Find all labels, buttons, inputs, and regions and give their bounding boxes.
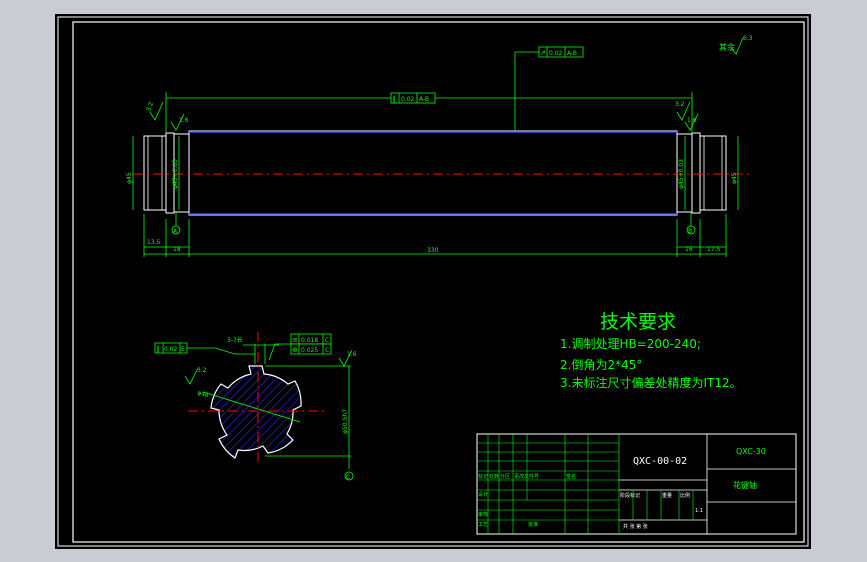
- runout-leader: [514, 51, 539, 131]
- dim-left-shoulder-label: 18: [173, 246, 181, 253]
- row-label-3: 更改文件号: [514, 473, 539, 480]
- runout-tol: 0.02: [549, 50, 563, 57]
- sym-symbol: ≡: [292, 336, 298, 344]
- left-journal: [143, 135, 167, 211]
- parallel-symbol: ∥: [392, 95, 396, 103]
- tech-req-item-1: 1.调制处理HB=200-240;: [560, 337, 701, 351]
- datum-c-label: C: [346, 474, 350, 481]
- revision-grid: [477, 434, 620, 534]
- section-roughness-value: 3.2: [197, 367, 207, 374]
- dim-total-label: 330: [427, 247, 439, 254]
- dia-right-inner-label: φ45+0.03: [678, 159, 685, 189]
- drawing-sheet[interactable]: ↗ 0.02 A-B ∥ 0.02 A-B 其余 6.3 3.2 1.6 3.2: [55, 14, 811, 549]
- dia-left-inner-label: φ45+0.03: [172, 159, 179, 189]
- roughness-right2-value: 1.6: [687, 117, 697, 124]
- parallel-tol: 0.02: [401, 96, 415, 103]
- pos-symbol: ⊕: [292, 346, 298, 354]
- dia-right-outer-label: φ45: [731, 172, 738, 184]
- spline-dia-label: φ46: [196, 389, 209, 399]
- section-sym-leader: [268, 343, 291, 361]
- designer-label-3: 批准: [528, 521, 538, 528]
- sheet-info: 共 张 第 张: [623, 523, 648, 530]
- assembly-number: QXC-30: [736, 447, 766, 456]
- roughness-left2-value: 1.6: [179, 117, 189, 124]
- parallel-datum: A-B: [419, 96, 429, 103]
- tech-req-title: 技术要求: [600, 311, 676, 333]
- section-dia-label: φ50.5h7: [342, 409, 349, 434]
- row-label-4: 签名: [566, 473, 576, 480]
- drawing-canvas: ↗ 0.02 A-B ∥ 0.02 A-B 其余 6.3 3.2 1.6 3.2: [57, 16, 809, 547]
- part-name: 花键轴: [733, 480, 757, 490]
- sym-datum: C: [325, 337, 329, 344]
- runout-symbol: ↗: [540, 49, 546, 57]
- stage-label-0: 阶段标记: [620, 492, 640, 499]
- section-parallel-symbol: ∥: [156, 345, 160, 353]
- roughness-left-value: 3.2: [145, 101, 155, 113]
- parallel-tolerance-frame-top[interactable]: ∥ 0.02 A-B: [390, 92, 436, 104]
- pos-datum: C: [325, 347, 329, 354]
- shaft-front-view[interactable]: [133, 130, 750, 216]
- section-parallel-frame[interactable]: ∥ 0.02 E: [154, 342, 188, 354]
- roughness-other-label: 其余: [719, 42, 735, 52]
- drawing-number: QXC-00-02: [633, 456, 687, 467]
- pos-tol: 0.025: [301, 347, 318, 354]
- designer-label-1: 审核: [478, 511, 488, 518]
- right-groove: [691, 132, 701, 214]
- shaft-body: [188, 130, 678, 216]
- section-sym-pos-frames[interactable]: ≡ 0.018 C ⊕ 0.025 C: [290, 333, 332, 355]
- designer-label-0: 设计: [478, 491, 488, 498]
- designer-label-2: 工艺: [478, 522, 488, 528]
- sym-tol: 0.018: [301, 337, 318, 344]
- runout-datum: A-B: [567, 50, 577, 57]
- dim-right-end-label: 17.5: [707, 246, 721, 253]
- section-parallel-datum: E: [181, 346, 185, 353]
- section-parallel-leader: [186, 347, 255, 355]
- dim-right-shoulder-label: 16: [685, 246, 693, 253]
- spline-cross-section: [210, 365, 302, 459]
- tech-req-item-3: 3.未标注尺寸偏差处精度为IT12。: [560, 375, 742, 390]
- runout-tolerance-frame[interactable]: ↗ 0.02 A-B: [538, 46, 584, 58]
- dia-left-outer-label: φ45: [126, 172, 133, 184]
- top-view-dimensions: [132, 37, 744, 257]
- row-label-2: 分区: [500, 473, 510, 480]
- top-view-labels: 其余 6.3 3.2 1.6 3.2 1.6 φ45 φ45+0.03 φ45+…: [126, 35, 753, 254]
- tech-requirements: 技术要求 1.调制处理HB=200-240; 2.倒角为2*45° 3.未标注尺…: [560, 311, 742, 390]
- inner-border: [72, 21, 805, 543]
- cad-viewport[interactable]: ↗ 0.02 A-B ∥ 0.02 A-B 其余 6.3 3.2 1.6 3.2: [0, 0, 867, 562]
- stage-label-2: 比例: [680, 492, 690, 499]
- roughness-right-value: 3.2: [675, 101, 685, 108]
- tech-req-item-2: 2.倒角为2*45°: [560, 358, 642, 372]
- title-mid-grid: [619, 434, 796, 534]
- title-block[interactable]: QXC-00-02 QXC-30 花键轴 标记 处数 分区 更改文件号 签名 阶…: [476, 433, 797, 535]
- section-roughness2-value: 1.6: [347, 351, 357, 358]
- section-parallel-tol: 0.02: [164, 346, 178, 353]
- stage-label-1: 重量: [662, 492, 672, 499]
- row-label-1: 处数: [489, 473, 499, 480]
- dim-left-end-label: 13.5: [147, 239, 161, 246]
- row-label-0: 标记: [478, 473, 488, 480]
- ratio-value: 1:1: [695, 508, 703, 514]
- keyway-label: 3-7长: [227, 336, 243, 344]
- roughness-other-value: 6.3: [743, 35, 753, 42]
- datum-b-label: B: [688, 228, 692, 235]
